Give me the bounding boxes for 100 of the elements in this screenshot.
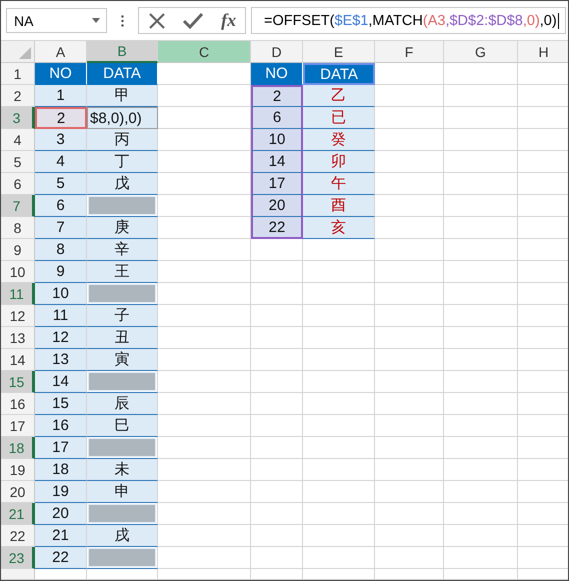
row-header[interactable]: 21 [1, 503, 35, 525]
empty-cell [375, 503, 444, 525]
empty-cell [251, 569, 303, 580]
table-cell: 丑 [87, 327, 158, 349]
table-cell: 11 [35, 305, 87, 327]
row-header[interactable]: 3 [1, 107, 35, 129]
empty-cell [303, 525, 375, 547]
table-cell: 戊 [87, 173, 158, 195]
table-cell: 戌 [87, 525, 158, 547]
table-cell: 庚 [87, 217, 158, 239]
row-header[interactable]: 19 [1, 459, 35, 481]
column-header[interactable]: C [158, 41, 251, 63]
empty-cell [375, 547, 444, 569]
table-cell: 6 [251, 107, 303, 129]
row-header[interactable]: 5 [1, 151, 35, 173]
row-header[interactable]: 8 [1, 217, 35, 239]
table-cell: 卯 [303, 151, 375, 173]
table-cell: 9 [35, 261, 87, 283]
table-cell: 19 [35, 481, 87, 503]
table-cell: 3 [35, 129, 87, 151]
table-cell: 10 [35, 283, 87, 305]
table-cell: 癸 [303, 129, 375, 151]
row-header[interactable]: 13 [1, 327, 35, 349]
table-cell: 6 [35, 195, 87, 217]
row-header[interactable]: 22 [1, 525, 35, 547]
table-cell: 1 [35, 85, 87, 107]
column-header[interactable]: G [444, 41, 518, 63]
empty-cell [375, 349, 444, 371]
table-cell: 王 [87, 261, 158, 283]
header-cell: NO [35, 63, 87, 85]
row-header[interactable]: 11 [1, 283, 35, 305]
row-header[interactable]: 1 [1, 63, 35, 85]
table-cell: 7 [35, 217, 87, 239]
table-cell: 17 [35, 437, 87, 459]
row-header[interactable]: 17 [1, 415, 35, 437]
empty-cell [303, 569, 375, 580]
formula-field[interactable]: =OFFSET($E$1,MATCH(A3,$D$2:$D$8,0),0) [251, 7, 566, 34]
table-cell: 21 [35, 525, 87, 547]
table-cell: 辛 [87, 239, 158, 261]
row-header[interactable]: 4 [1, 129, 35, 151]
column-header[interactable]: B [87, 41, 158, 63]
row-header[interactable]: 2 [1, 85, 35, 107]
row-header[interactable]: 10 [1, 261, 35, 283]
empty-cell [251, 459, 303, 481]
row-header[interactable]: 6 [1, 173, 35, 195]
cancel-icon[interactable] [148, 12, 166, 30]
header-cell: DATA [87, 63, 158, 85]
empty-cell [375, 415, 444, 437]
empty-cell [375, 261, 444, 283]
table-cell: 18 [35, 459, 87, 481]
empty-cell [251, 415, 303, 437]
editing-cell: $8,0),0) [87, 107, 158, 129]
row-header[interactable]: 18 [1, 437, 35, 459]
empty-cell [375, 239, 444, 261]
table-cell: 未 [87, 459, 158, 481]
empty-cell [251, 327, 303, 349]
insert-function-button[interactable]: fx [221, 10, 236, 31]
blank-cell [87, 547, 158, 569]
empty-cell [375, 327, 444, 349]
empty-cell [303, 415, 375, 437]
empty-cell [375, 525, 444, 547]
empty-cell [375, 459, 444, 481]
table-cell: 午 [303, 173, 375, 195]
column-header[interactable]: H [518, 41, 568, 63]
empty-cell [251, 261, 303, 283]
blank-cell [87, 195, 158, 217]
checkmark-icon[interactable] [183, 12, 204, 28]
row-header[interactable]: 23 [1, 547, 35, 569]
column-header[interactable]: D [251, 41, 303, 63]
table-cell: 22 [35, 547, 87, 569]
table-cell: 亥 [303, 217, 375, 239]
column-header[interactable]: A [35, 41, 87, 63]
table-cell: 13 [35, 349, 87, 371]
row-header[interactable]: 14 [1, 349, 35, 371]
row-header[interactable]: 20 [1, 481, 35, 503]
empty-cell [251, 283, 303, 305]
empty-cell [251, 371, 303, 393]
row-header[interactable]: 16 [1, 393, 35, 415]
more-options-icon[interactable] [121, 14, 124, 26]
empty-cell [303, 371, 375, 393]
header-cell: DATA [303, 63, 375, 85]
row-header[interactable]: 7 [1, 195, 35, 217]
empty-cell [303, 261, 375, 283]
row-header[interactable]: 9 [1, 239, 35, 261]
empty-cell [375, 305, 444, 327]
column-header[interactable]: F [375, 41, 444, 63]
empty-cell [375, 437, 444, 459]
column-header[interactable]: E [303, 41, 375, 63]
row-header[interactable]: 15 [1, 371, 35, 393]
name-box[interactable]: NA [6, 8, 107, 33]
table-cell: 2 [35, 107, 87, 129]
table-cell: 已 [303, 107, 375, 129]
table-cell: 5 [35, 173, 87, 195]
empty-cell [303, 503, 375, 525]
table-cell: 申 [87, 481, 158, 503]
table-cell: 甲 [87, 85, 158, 107]
table-cell: 15 [35, 393, 87, 415]
table-cell: 8 [35, 239, 87, 261]
table-cell: 寅 [87, 349, 158, 371]
row-header[interactable]: 12 [1, 305, 35, 327]
